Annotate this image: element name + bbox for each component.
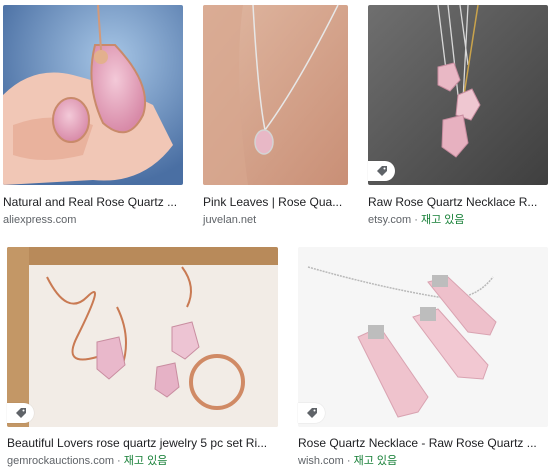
in-stock-label: 재고 있음 [353, 455, 398, 467]
tag-icon [306, 408, 317, 418]
result-card-4[interactable]: Beautiful Lovers rose quartz jewelry 5 p… [7, 247, 278, 467]
source-domain: wish.com [298, 455, 344, 467]
result-image-2[interactable] [203, 5, 348, 185]
source-domain: etsy.com [368, 214, 412, 226]
result-title-3[interactable]: Raw Rose Quartz Necklace R... [368, 195, 548, 210]
in-stock-label: 재고 있음 [123, 455, 168, 467]
source-domain: juvelan.net [203, 214, 257, 226]
result-image-1[interactable] [3, 5, 183, 185]
result-card-3[interactable]: Raw Rose Quartz Necklace R... etsy.com ·… [368, 5, 548, 230]
result-source-2: juvelan.net [203, 213, 256, 227]
result-source-1: aliexpress.com [3, 213, 76, 227]
source-domain: aliexpress.com [3, 214, 77, 226]
shopping-tag [7, 403, 34, 423]
result-image-5[interactable] [298, 247, 548, 427]
result-source-3: etsy.com · 재고 있음 [368, 214, 465, 226]
result-card-5[interactable]: Rose Quartz Necklace - Raw Rose Quartz .… [298, 247, 548, 467]
in-stock-label: 재고 있음 [420, 214, 465, 226]
result-image-3[interactable] [368, 5, 548, 185]
result-image-4[interactable] [7, 247, 278, 427]
result-title-2[interactable]: Pink Leaves | Rose Qua... [203, 195, 348, 210]
tag-icon [376, 166, 387, 176]
result-source-5: wish.com · 재고 있음 [298, 455, 398, 467]
shopping-tag [368, 161, 395, 181]
source-domain: gemrockauctions.com [7, 455, 114, 467]
result-source-4: gemrockauctions.com · 재고 있음 [7, 455, 168, 467]
result-title-5[interactable]: Rose Quartz Necklace - Raw Rose Quartz .… [298, 436, 548, 451]
shopping-tag [298, 403, 325, 423]
result-title-1[interactable]: Natural and Real Rose Quartz ... [3, 195, 183, 210]
tag-icon [15, 408, 26, 418]
result-title-4[interactable]: Beautiful Lovers rose quartz jewelry 5 p… [7, 436, 278, 451]
result-card-2[interactable]: Pink Leaves | Rose Qua... juvelan.net [203, 5, 348, 230]
result-card-1[interactable]: Natural and Real Rose Quartz ... aliexpr… [3, 5, 183, 230]
